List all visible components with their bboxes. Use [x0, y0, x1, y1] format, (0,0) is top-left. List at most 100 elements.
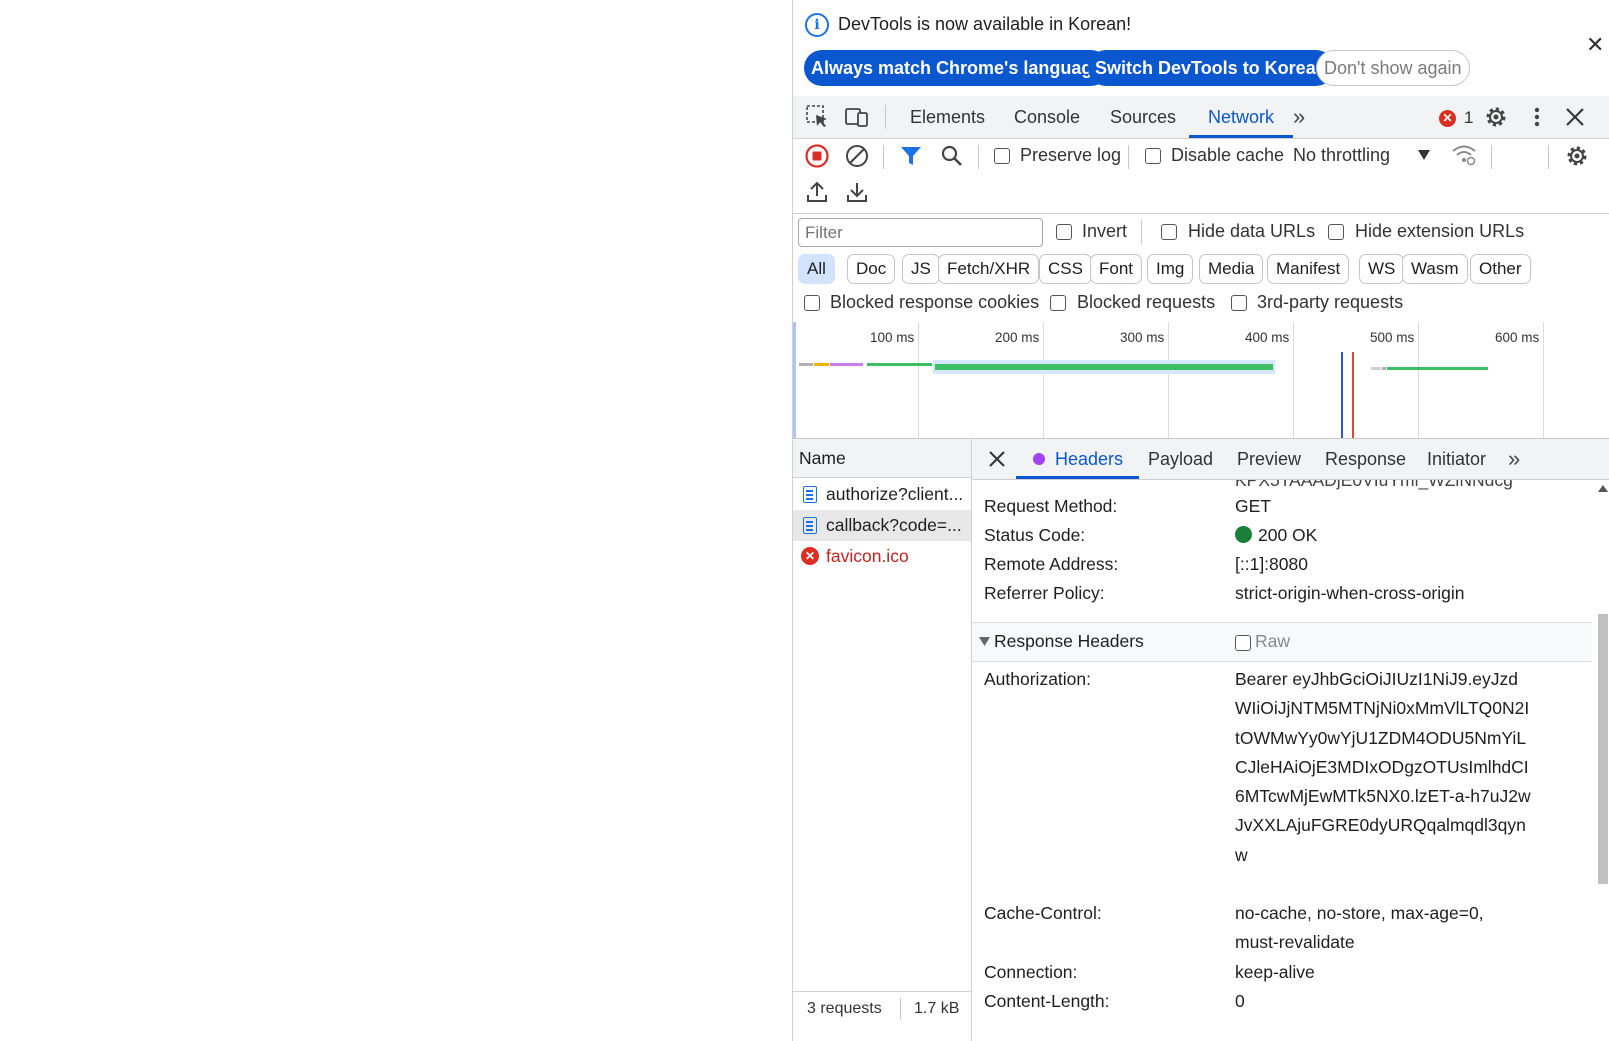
more-tabs-chevron-icon[interactable]: »	[1508, 439, 1520, 479]
info-icon: i	[805, 13, 829, 37]
toolbar-divider	[1548, 145, 1549, 169]
blocked-requests-checkbox[interactable]	[1050, 295, 1066, 311]
device-toolbar-icon[interactable]	[844, 104, 870, 130]
tab-headers[interactable]: Headers	[1016, 439, 1140, 479]
status-code-text: 200 OK	[1258, 525, 1318, 545]
dont-show-again-button[interactable]: Don't show again	[1316, 50, 1470, 86]
hide-data-urls-checkbox[interactable]	[1161, 224, 1177, 240]
filter-type-all[interactable]: All	[798, 254, 835, 284]
filter-type-media[interactable]: Media	[1199, 254, 1264, 284]
switch-language-button[interactable]: Switch DevTools to Korean	[1088, 50, 1334, 86]
timeline-bar-queue	[799, 363, 813, 366]
chevron-down-icon[interactable]	[1417, 149, 1431, 161]
match-language-button[interactable]: Always match Chrome's language	[804, 50, 1110, 86]
timeline-bar-waiting	[867, 363, 932, 366]
filter-type-manifest[interactable]: Manifest	[1267, 254, 1350, 284]
error-count-badge[interactable]: ✕ 1	[1439, 108, 1473, 128]
timeline-left-handle[interactable]	[793, 322, 796, 438]
filter-type-css[interactable]: CSS	[1039, 254, 1092, 284]
infobar-close-icon[interactable]: ✕	[1586, 34, 1604, 56]
filter-type-ws[interactable]: WS	[1359, 254, 1405, 284]
timeline-gridline	[1293, 322, 1294, 438]
tab-response[interactable]: Response	[1325, 439, 1406, 479]
timeline-bar-download	[935, 364, 1273, 370]
tab-payload[interactable]: Payload	[1148, 439, 1213, 479]
preserve-log-checkbox[interactable]	[994, 148, 1010, 164]
header-value: keep-alive	[1235, 962, 1315, 982]
filter-input[interactable]	[798, 218, 1043, 247]
triangle-down-icon	[979, 637, 990, 646]
tab-sources[interactable]: Sources	[1110, 96, 1176, 138]
blocked-response-cookies-checkbox[interactable]	[804, 295, 820, 311]
page-viewport	[0, 0, 792, 1041]
timeline-bar-queue	[1371, 367, 1381, 370]
network-settings-gear-icon[interactable]	[1564, 143, 1590, 169]
filter-type-img[interactable]: Img	[1147, 254, 1194, 284]
header-key: Remote Address:	[984, 554, 1119, 574]
request-name: favicon.ico	[826, 546, 909, 566]
header-key: Cache-Control:	[984, 903, 1102, 923]
clear-icon[interactable]	[844, 143, 870, 169]
filter-bar: Invert Hide data URLs Hide extension URL…	[793, 214, 1609, 323]
inspect-element-icon[interactable]	[805, 104, 831, 130]
timeline-tick-label: 200 ms	[995, 330, 1040, 345]
request-row[interactable]: authorize?client...	[793, 479, 971, 510]
toolbar-divider	[883, 145, 884, 169]
disable-cache-label: Disable cache	[1171, 145, 1285, 165]
record-stop-icon[interactable]	[804, 143, 830, 169]
load-event-marker	[1352, 352, 1354, 438]
settings-gear-icon[interactable]	[1483, 104, 1509, 130]
filter-type-font[interactable]: Font	[1090, 254, 1143, 284]
timeline-bar-ssl	[830, 363, 863, 366]
network-conditions-icon[interactable]	[1451, 143, 1477, 167]
status-ok-icon	[1235, 526, 1252, 543]
response-headers-section[interactable]: Response Headers Raw	[972, 622, 1592, 662]
close-details-icon[interactable]	[988, 450, 1006, 468]
tab-network[interactable]: Network	[1189, 96, 1293, 138]
filter-type-other[interactable]: Other	[1470, 254, 1531, 284]
export-har-icon[interactable]	[845, 180, 869, 204]
filter-type-wasm[interactable]: Wasm	[1402, 254, 1468, 284]
filter-type-fetch-xhr[interactable]: Fetch/XHR	[938, 254, 1040, 284]
scroll-up-arrow-icon[interactable]	[1598, 484, 1608, 492]
timeline-tick-label: 300 ms	[1120, 330, 1165, 345]
timeline-gridline	[1418, 322, 1419, 438]
network-toolbar: Preserve log Disable cache No throttling	[793, 139, 1609, 214]
request-row[interactable]: callback?code=...	[793, 510, 971, 541]
transferred-size: 1.7 kB	[914, 1000, 960, 1017]
third-party-requests-checkbox[interactable]	[1231, 295, 1247, 311]
devtools-panel: i DevTools is now available in Korean! ✕…	[792, 0, 1609, 1041]
invert-checkbox[interactable]	[1056, 224, 1072, 240]
disable-cache-checkbox[interactable]	[1145, 148, 1161, 164]
devtools-tabbar: Elements Console Sources Network » ✕ 1	[793, 96, 1609, 139]
search-icon[interactable]	[940, 144, 964, 168]
request-row[interactable]: ✕ favicon.ico	[793, 541, 971, 572]
tab-initiator[interactable]: Initiator	[1427, 439, 1486, 479]
hide-extension-urls-checkbox[interactable]	[1328, 224, 1344, 240]
document-icon	[803, 486, 817, 503]
raw-label: Raw	[1255, 631, 1291, 651]
scrollbar-thumb[interactable]	[1598, 614, 1608, 884]
details-scrollbar[interactable]	[1594, 480, 1608, 1041]
tab-headers-label: Headers	[1055, 449, 1124, 469]
language-infobar: i DevTools is now available in Korean! ✕…	[793, 0, 1609, 96]
more-options-icon[interactable]	[1524, 104, 1550, 130]
tab-preview[interactable]: Preview	[1237, 439, 1301, 479]
filter-type-doc[interactable]: Doc	[847, 254, 896, 284]
name-column-header[interactable]: Name	[793, 439, 971, 478]
more-tabs-chevron-icon[interactable]: »	[1293, 96, 1305, 138]
header-value: Bearer eyJhbGciOiJIUzI1NiJ9.eyJzdWIiOiJj…	[1235, 669, 1531, 865]
timeline-overview[interactable]: 100 ms 200 ms 300 ms 400 ms 500 ms 600 m…	[793, 322, 1609, 439]
tab-console[interactable]: Console	[1014, 96, 1080, 138]
filter-icon[interactable]	[899, 144, 923, 168]
close-devtools-icon[interactable]	[1562, 104, 1588, 130]
invert-label: Invert	[1082, 221, 1128, 241]
raw-checkbox[interactable]	[1235, 635, 1251, 651]
tab-elements[interactable]: Elements	[910, 96, 985, 138]
import-har-icon[interactable]	[805, 180, 829, 204]
infobar-message: DevTools is now available in Korean!	[838, 14, 1132, 34]
hide-data-urls-label: Hide data URLs	[1188, 221, 1316, 241]
throttling-select[interactable]: No throttling	[1293, 145, 1390, 166]
filter-type-js[interactable]: JS	[902, 254, 940, 284]
header-value: no-cache, no-store, max-age=0, must-reva…	[1235, 903, 1484, 953]
